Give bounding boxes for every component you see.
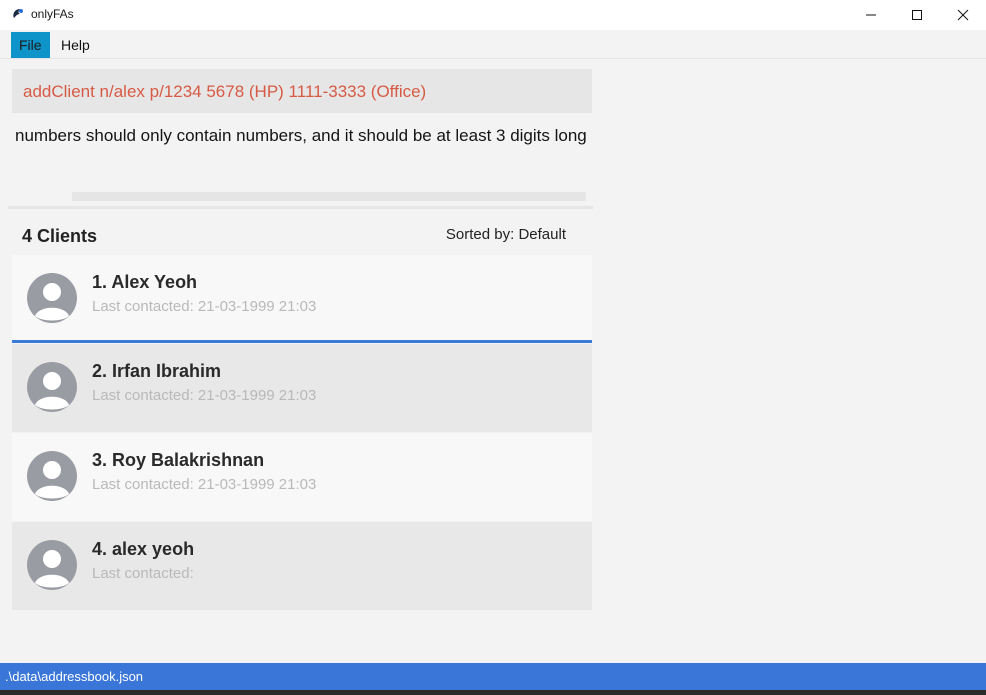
client-last-contacted: Last contacted: 21-03-1999 21:03 <box>92 298 317 315</box>
command-text: addClient n/alex p/1234 5678 (HP) 1111-3… <box>23 82 427 101</box>
status-bar: .\data\addressbook.json <box>0 663 986 690</box>
sort-indicator: Sorted by: Default <box>445 226 566 243</box>
menu-help[interactable]: Help <box>53 32 98 58</box>
title-bar: onlyFAs <box>0 0 986 30</box>
client-card-2[interactable]: 2. Irfan Ibrahim Last contacted: 21-03-1… <box>12 344 592 432</box>
client-card-4[interactable]: 4. alex yeoh Last contacted: <box>12 522 592 610</box>
menu-file[interactable]: File <box>11 32 50 58</box>
panel-divider[interactable] <box>8 206 593 209</box>
close-button[interactable] <box>940 0 986 30</box>
client-last-contacted: Last contacted: 21-03-1999 21:03 <box>92 387 317 404</box>
maximize-icon <box>912 10 922 20</box>
command-input[interactable]: addClient n/alex p/1234 5678 (HP) 1111-3… <box>12 69 592 113</box>
client-last-contacted: Last contacted: 21-03-1999 21:03 <box>92 476 317 493</box>
avatar-icon <box>27 362 77 412</box>
client-name: 3. Roy Balakrishnan <box>92 450 265 470</box>
app-logo-icon <box>13 9 23 18</box>
close-icon <box>957 9 969 21</box>
desktop-background <box>0 690 986 695</box>
client-card-1[interactable]: 1. Alex Yeoh Last contacted: 21-03-1999 … <box>12 255 592 343</box>
result-message: numbers should only contain numbers, and… <box>15 126 587 145</box>
client-name: 4. alex yeoh <box>92 539 195 559</box>
menu-bar: File Help <box>0 30 986 59</box>
client-list-header: 4 Clients Sorted by: Default <box>12 220 592 252</box>
minimize-button[interactable] <box>848 0 894 30</box>
minimize-icon <box>866 14 876 16</box>
client-name: 1. Alex Yeoh <box>92 272 198 292</box>
client-name: 2. Irfan Ibrahim <box>92 361 222 381</box>
client-last-contacted: Last contacted: <box>92 565 194 582</box>
data-file-path: .\data\addressbook.json <box>5 669 144 684</box>
result-scrollbar[interactable] <box>72 192 586 201</box>
client-count: 4 Clients <box>22 226 98 246</box>
client-card-3[interactable]: 3. Roy Balakrishnan Last contacted: 21-0… <box>12 433 592 521</box>
maximize-button[interactable] <box>894 0 940 30</box>
avatar-icon <box>27 451 77 501</box>
avatar-icon <box>27 273 77 323</box>
avatar-icon <box>27 540 77 590</box>
window-title: onlyFAs <box>31 7 74 21</box>
